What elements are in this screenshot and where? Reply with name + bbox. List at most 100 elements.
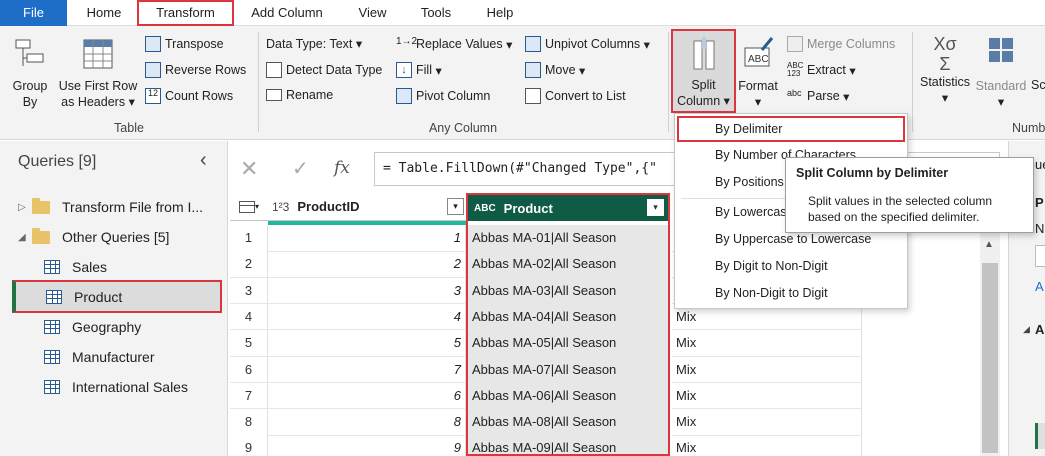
fill-down-icon: ↓ xyxy=(396,62,412,78)
grid-cell-rownum[interactable]: 7 xyxy=(230,382,268,410)
grid-cell-rownum[interactable]: 3 xyxy=(230,277,268,305)
grid-cell-prod[interactable]: Abbas MA-09|All Season xyxy=(468,435,670,456)
grid-cell-extra[interactable]: Mix xyxy=(672,330,862,357)
grid-cell-prod[interactable]: Abbas MA-02|All Season xyxy=(468,251,670,278)
grid-cell-pid[interactable]: 8 xyxy=(268,409,466,436)
unpivot-columns-button[interactable]: Unpivot Columns ▾ xyxy=(525,36,650,52)
grid-cell-extra[interactable]: Mix xyxy=(672,382,862,410)
unpivot-columns-icon xyxy=(525,36,541,52)
format-button[interactable]: ABC Format ▾ xyxy=(736,36,780,110)
table-menu-icon[interactable]: ▾ xyxy=(230,193,268,221)
tab-home[interactable]: Home xyxy=(78,0,130,26)
grid-cell-prod[interactable]: Abbas MA-08|All Season xyxy=(468,409,670,436)
fx-icon[interactable]: fx xyxy=(334,158,350,178)
move-button[interactable]: Move ▾ xyxy=(525,62,585,78)
menu-item-by-digit-to-non-digit[interactable]: By Digit to Non-Digit xyxy=(675,253,907,280)
grid-cell-pid[interactable]: 5 xyxy=(268,330,466,357)
query-group-other-queries[interactable]: ◢ Other Queries [5] xyxy=(0,222,226,252)
grid-cell-rownum[interactable]: 5 xyxy=(230,330,268,357)
query-item-manufacturer[interactable]: Manufacturer xyxy=(0,342,226,372)
statistics-button[interactable]: Χσ Σ Statistics ▾ xyxy=(916,34,974,106)
grid-cell-prod[interactable]: Abbas MA-06|All Season xyxy=(468,382,670,410)
vertical-scrollbar[interactable]: ▲ xyxy=(980,233,1000,456)
all-properties-link[interactable]: A xyxy=(1035,279,1044,294)
grid-cell-extra[interactable]: Mix xyxy=(672,356,862,383)
grid-cell-rownum[interactable]: 9 xyxy=(230,435,268,456)
grid-cell-rownum[interactable]: 6 xyxy=(230,356,268,383)
filter-dropdown-icon[interactable]: ▾ xyxy=(647,199,664,216)
use-first-row-label-2: as Headers ▾ xyxy=(61,95,135,109)
grid-cell-rownum[interactable]: 4 xyxy=(230,303,268,331)
tab-file[interactable]: File xyxy=(0,0,67,26)
confirm-icon[interactable]: ✓ xyxy=(292,156,309,181)
split-column-button[interactable]: Split Column ▾ xyxy=(671,29,736,113)
grid-cell-pid[interactable]: 6 xyxy=(268,382,466,410)
use-first-row-button[interactable]: Use First Row as Headers ▾ xyxy=(56,36,140,110)
menu-item-by-delimiter[interactable]: By Delimiter xyxy=(677,116,905,142)
column-header-productid[interactable]: 1²3 ProductID ▾ xyxy=(268,193,466,221)
filter-dropdown-icon[interactable]: ▾ xyxy=(447,198,464,215)
grid-cell-rownum[interactable]: 2 xyxy=(230,251,268,278)
tab-help[interactable]: Help xyxy=(478,0,522,26)
detect-data-type-button[interactable]: Detect Data Type xyxy=(266,62,382,78)
replace-values-button[interactable]: 1→2 Replace Values ▾ xyxy=(396,36,512,52)
grid-cell-pid[interactable]: 9 xyxy=(268,435,466,456)
pivot-column-button[interactable]: Pivot Column xyxy=(396,88,490,104)
standard-button[interactable]: Standard ▾ xyxy=(973,34,1029,110)
format-dropdown-arrow: ▾ xyxy=(754,95,762,109)
query-item-geography[interactable]: Geography xyxy=(0,312,226,342)
scrollbar-thumb[interactable] xyxy=(982,263,998,453)
tab-add-column[interactable]: Add Column xyxy=(242,0,332,26)
reverse-rows-button[interactable]: Reverse Rows xyxy=(145,62,246,78)
query-item-product[interactable]: Product xyxy=(12,280,222,313)
extract-button[interactable]: ABC 123 Extract ▾ xyxy=(787,62,856,78)
query-settings-title: ue xyxy=(1035,157,1045,172)
svg-text:ABC: ABC xyxy=(748,54,769,65)
grid-cell-rownum[interactable]: 8 xyxy=(230,409,268,436)
scroll-up-icon[interactable]: ▲ xyxy=(984,239,994,250)
collapse-pane-icon[interactable]: ‹ xyxy=(200,149,207,172)
grid-cell-pid[interactable]: 1 xyxy=(268,225,466,252)
count-rows-icon: 12 xyxy=(145,88,161,104)
query-item-international-sales[interactable]: International Sales xyxy=(0,372,226,402)
collapse-icon[interactable]: ◢ xyxy=(1023,324,1030,335)
rename-button[interactable]: Rename xyxy=(266,88,333,102)
tab-transform[interactable]: Transform xyxy=(137,0,234,26)
name-input[interactable] xyxy=(1035,245,1045,267)
column-header-product[interactable]: ABC Product ▾ xyxy=(466,193,670,221)
grid-cell-prod[interactable]: Abbas MA-05|All Season xyxy=(468,330,670,357)
tooltip: Split Column by Delimiter Split values i… xyxy=(785,157,1034,233)
convert-to-list-button[interactable]: Convert to List xyxy=(525,88,626,104)
query-group-transform-file[interactable]: ▷ Transform File from I... xyxy=(0,192,226,222)
tab-view[interactable]: View xyxy=(350,0,395,26)
query-item-label: Geography xyxy=(72,319,142,335)
menu-item-by-non-digit-to-digit[interactable]: By Non-Digit to Digit xyxy=(675,280,907,307)
applied-step-selected[interactable] xyxy=(1035,423,1045,449)
queries-pane: Queries [9] ‹ ▷ Transform File from I...… xyxy=(0,141,228,456)
data-type-dropdown[interactable]: Data Type: Text ▾ xyxy=(266,36,362,52)
grid-cell-prod[interactable]: Abbas MA-07|All Season xyxy=(468,356,670,383)
grid-cell-prod[interactable]: Abbas MA-01|All Season xyxy=(468,225,670,252)
grid-cell-pid[interactable]: 4 xyxy=(268,303,466,331)
parse-button[interactable]: abc Parse ▾ xyxy=(787,88,849,104)
grid-cell-pid[interactable]: 3 xyxy=(268,277,466,305)
fill-button[interactable]: ↓ Fill ▾ xyxy=(396,62,442,78)
statistics-icon: Χσ Σ xyxy=(933,34,957,74)
grid-cell-rownum[interactable]: 1 xyxy=(230,225,268,252)
transpose-button[interactable]: Transpose xyxy=(145,36,224,52)
move-icon xyxy=(525,62,541,78)
grid-cell-pid[interactable]: 2 xyxy=(268,251,466,278)
grid-cell-prod[interactable]: Abbas MA-03|All Season xyxy=(468,277,670,305)
scientific-button[interactable]: Sc xyxy=(1031,78,1045,92)
pivot-column-icon xyxy=(396,88,412,104)
cancel-icon[interactable]: ✕ xyxy=(240,156,258,182)
query-item-sales[interactable]: Sales xyxy=(0,252,226,282)
grid-cell-prod[interactable]: Abbas MA-04|All Season xyxy=(468,303,670,331)
grid-cell-extra[interactable]: Mix xyxy=(672,409,862,436)
merge-columns-button[interactable]: Merge Columns xyxy=(787,36,895,52)
tab-tools[interactable]: Tools xyxy=(412,0,460,26)
grid-cell-extra[interactable]: Mix xyxy=(672,435,862,456)
count-rows-button[interactable]: 12 Count Rows xyxy=(145,88,233,104)
group-by-button[interactable]: Group By xyxy=(8,36,52,110)
grid-cell-pid[interactable]: 7 xyxy=(268,356,466,383)
